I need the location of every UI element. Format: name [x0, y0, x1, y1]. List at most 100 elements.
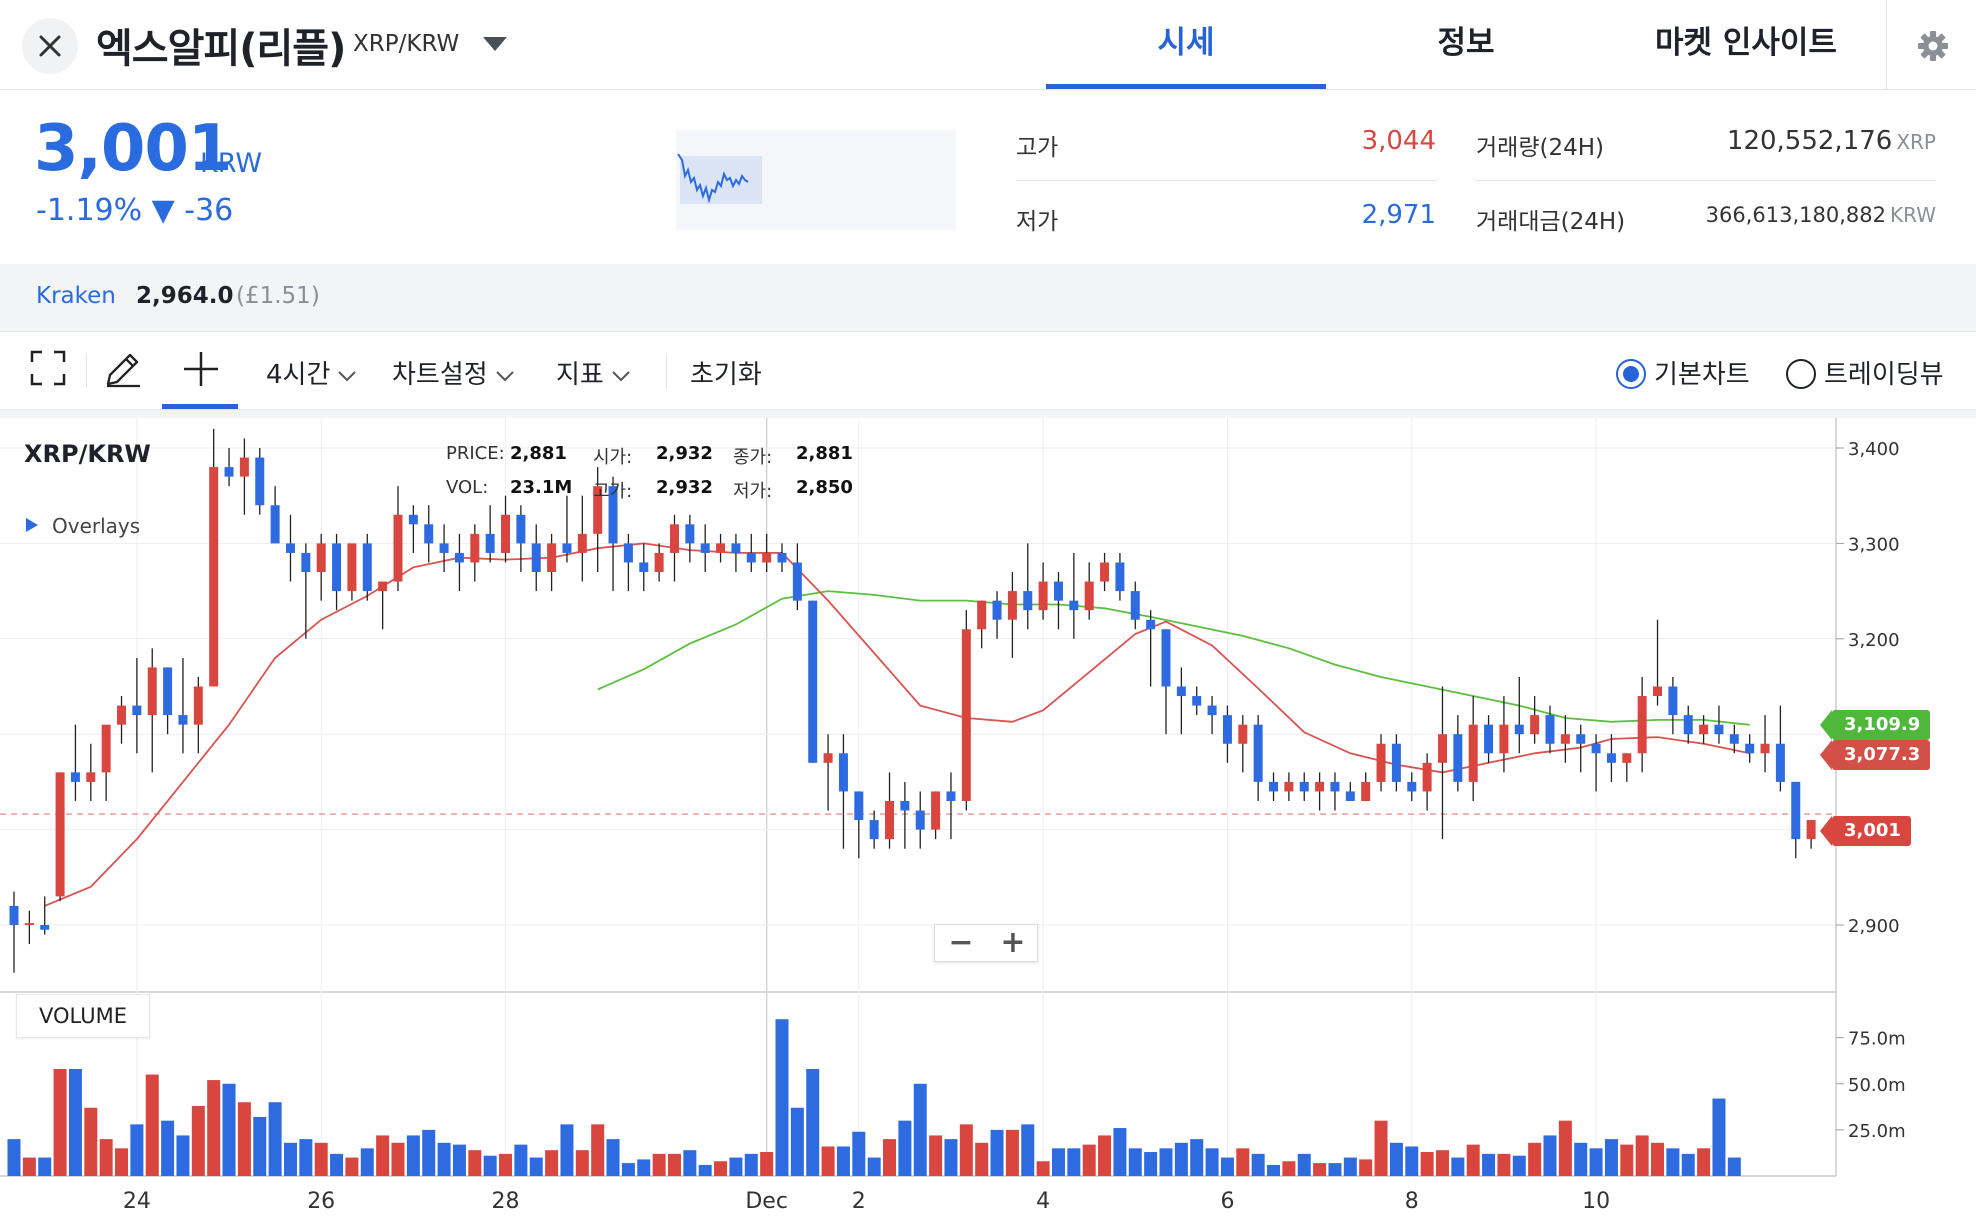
fullscreen-icon[interactable] [28, 348, 68, 388]
candle [992, 591, 1002, 639]
tab-market-insight[interactable]: 마켓 인사이트 [1606, 0, 1886, 90]
candle-body [1100, 562, 1110, 582]
mini-sparkline-chart [676, 130, 956, 230]
candle [117, 696, 127, 744]
high-value: 3,044 [1361, 126, 1436, 156]
volume-bar [1651, 1142, 1665, 1176]
volume-bar [1005, 1129, 1019, 1176]
volume-bar [99, 1139, 113, 1176]
y-tick-label: 3,400 [1848, 439, 1900, 460]
volume-bar [1604, 1139, 1618, 1176]
y-tick-label: 3,300 [1848, 534, 1900, 555]
volume-bar [1343, 1157, 1357, 1176]
candle [547, 533, 557, 592]
candle [838, 734, 848, 849]
candle-body [1269, 781, 1279, 792]
volume-bar [575, 1150, 589, 1176]
candle [854, 791, 864, 859]
volume-24h-unit: XRP [1896, 130, 1936, 154]
price-chart[interactable]: 24 26 28 Dec 2 4 6 8 10 3,400 3,300 3,200 2,900 75.0m… [0, 410, 1976, 1232]
candle [1530, 696, 1540, 744]
indicators-dropdown[interactable]: 지표 [556, 354, 630, 391]
exchange-name[interactable]: Kraken [36, 283, 116, 309]
volume-bar [667, 1153, 681, 1176]
radio-tradingview[interactable]: 트레이딩뷰 [1786, 354, 1944, 391]
volume-bar [1021, 1124, 1035, 1176]
candle-body [1530, 715, 1540, 735]
price-change: -1.19% ▼ -36 [36, 193, 234, 228]
candle [577, 495, 587, 582]
volume-bar [1712, 1098, 1726, 1176]
candle [1176, 667, 1186, 735]
candle-body [1791, 781, 1801, 840]
candle [685, 514, 695, 563]
zoom-out-button[interactable]: − [935, 925, 987, 963]
candle [1069, 552, 1079, 639]
volume-bar [929, 1135, 943, 1176]
candle [40, 896, 50, 935]
interval-dropdown[interactable]: 4시간 [266, 354, 357, 391]
tab-price[interactable]: 시세 [1046, 0, 1326, 90]
candle-body [731, 543, 741, 553]
radio-basic-chart[interactable]: 기본차트 [1616, 354, 1750, 391]
volume-bar [591, 1124, 605, 1176]
pencil-icon[interactable] [102, 348, 144, 390]
candlestick-chart-svg[interactable]: 24 26 28 Dec 2 4 6 8 103,4003,3003,2002,90075.0m… [0, 410, 1976, 1232]
reset-button[interactable]: 초기화 [690, 354, 762, 391]
tradingview-label: 트레이딩뷰 [1824, 360, 1944, 390]
candle [623, 533, 633, 592]
candle-body [869, 820, 879, 840]
last-price-tag: 3,001 [1820, 816, 1911, 846]
volume-bar [84, 1107, 98, 1176]
volume-bar [1482, 1153, 1496, 1176]
candle-body [1146, 619, 1156, 630]
overlays-toggle[interactable]: Overlays [26, 514, 140, 538]
toolbar-divider [666, 354, 667, 388]
volume-bar [1051, 1148, 1065, 1176]
candle [1053, 572, 1063, 630]
candle-body [1007, 591, 1017, 620]
volume-bar [1589, 1148, 1603, 1176]
volume-bar [1128, 1148, 1142, 1176]
volume-bar [1082, 1144, 1096, 1176]
candle-body [1361, 781, 1371, 801]
volume-bar [698, 1164, 712, 1176]
candle-body [424, 524, 434, 544]
volume-bar [422, 1129, 436, 1176]
volume-bar [1681, 1153, 1695, 1176]
toolbar-divider [86, 354, 87, 388]
volume-bar [1466, 1144, 1480, 1176]
candle-body [1176, 686, 1186, 697]
chevron-down-icon[interactable] [482, 36, 508, 52]
volume-bar [990, 1129, 1004, 1176]
candle [1207, 696, 1217, 735]
volume-bar [1036, 1161, 1050, 1176]
candle-body [1345, 791, 1355, 801]
candles [9, 428, 1816, 973]
volume-bar [959, 1124, 973, 1176]
chart-settings-dropdown[interactable]: 차트설정 [392, 354, 514, 391]
volume-bar [790, 1107, 804, 1176]
tab-info[interactable]: 정보 [1326, 0, 1606, 90]
candle-body [1376, 743, 1386, 782]
volume-bar [1666, 1148, 1680, 1176]
crosshair-icon[interactable] [180, 348, 222, 390]
candle [1100, 552, 1110, 592]
candle [1407, 772, 1417, 801]
volume-bar [1389, 1142, 1403, 1176]
volume-bar [437, 1142, 451, 1176]
volume-24h-label: 거래량(24H) [1476, 135, 1604, 161]
candle-body [316, 543, 326, 573]
candle [86, 743, 96, 801]
candle-body [255, 457, 265, 506]
zoom-in-button[interactable]: + [987, 925, 1039, 963]
candle-body [224, 467, 234, 477]
close-button[interactable] [22, 18, 78, 74]
volume-bar [514, 1144, 528, 1176]
candle [1161, 629, 1171, 735]
settings-button[interactable] [1886, 0, 1976, 90]
candle-body [1729, 734, 1739, 744]
candle-body [900, 800, 910, 811]
candle-body [1714, 724, 1724, 735]
candle [332, 533, 342, 611]
